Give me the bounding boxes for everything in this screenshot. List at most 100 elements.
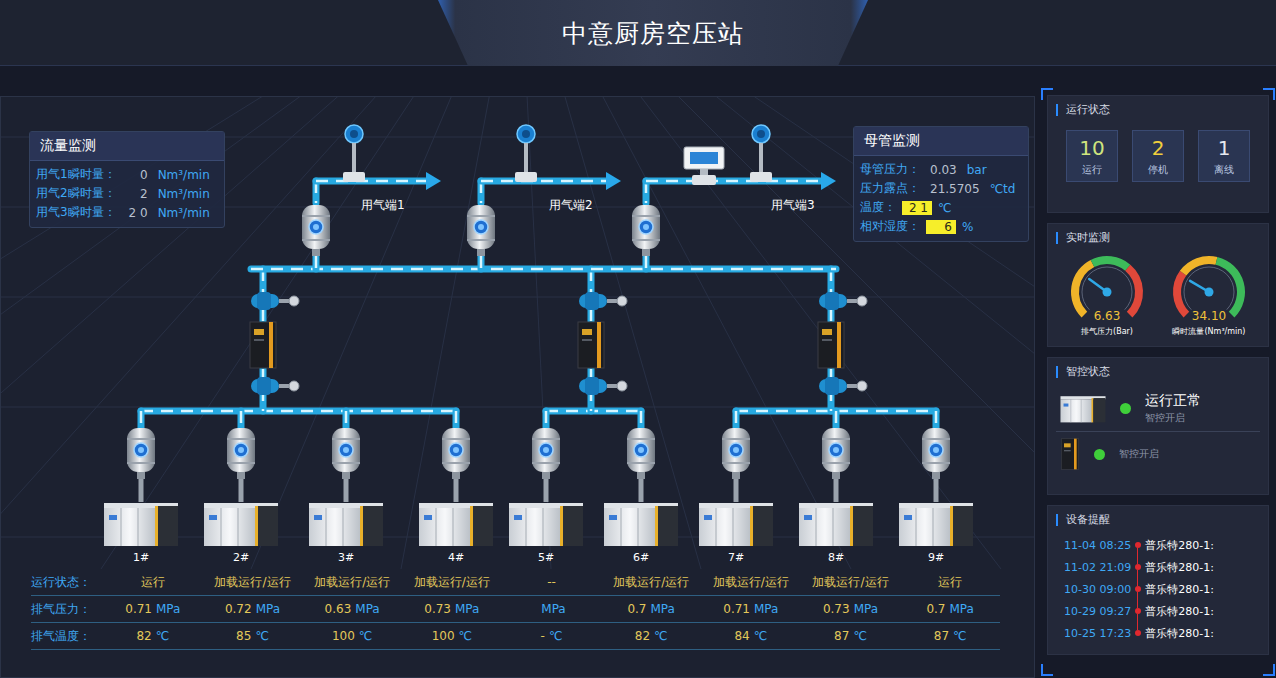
status-dot (1120, 403, 1131, 414)
compressor[interactable] (104, 501, 178, 547)
compressor-label: 9# (928, 551, 944, 564)
alert-row[interactable]: 11-02 21:09普乐特280-1: (1064, 556, 1260, 578)
filter (247, 376, 301, 396)
pressure-cell: 0.71MPa (103, 602, 203, 616)
flow-arrow-icon (606, 172, 621, 190)
station-panel: 1#2#3#4#5#6#7#8#9#用气端1用气端2用气端3流量监测用气1瞬时量… (0, 96, 1035, 678)
tank-icon (819, 424, 853, 480)
compressor-icon (419, 501, 493, 547)
compressor-icon (509, 501, 583, 547)
compressor-label: 1# (133, 551, 149, 564)
tank-icon (224, 424, 258, 480)
status-cell: 加载运行/运行 (601, 574, 701, 591)
filter-icon (815, 376, 869, 396)
tank-icon (299, 201, 333, 257)
dryer-icon (1060, 438, 1080, 470)
status-box[interactable]: 1离线 (1198, 130, 1250, 182)
status-cell: -- (502, 575, 602, 589)
pipe (141, 411, 142, 428)
tank-icon (624, 424, 658, 480)
flow-row: 用气3瞬时量：2 0Nm³/min (36, 204, 218, 221)
pipe (481, 256, 482, 269)
main-pipe-row: 相对湿度：6% (860, 218, 1022, 235)
page-title: 中意厨房空压站 (562, 17, 744, 50)
alert-dot (1135, 586, 1141, 592)
dryer-icon (577, 321, 605, 369)
status-table: 运行状态：运行加载运行/运行加载运行/运行加载运行/运行--加载运行/运行加载运… (1, 569, 1034, 650)
filter-icon (575, 376, 629, 396)
title-plate: 中意厨房空压站 (438, 0, 868, 66)
tank-icon (629, 201, 663, 257)
compressor[interactable] (899, 501, 973, 547)
compressor-icon (799, 501, 873, 547)
pipe (141, 411, 456, 412)
table-row: 排气压力：0.71MPa0.72MPa0.63MPa0.73MPaMPa0.7M… (31, 596, 1000, 623)
alert-dot (1135, 630, 1141, 636)
pipe (316, 181, 426, 182)
air-tank (329, 424, 363, 480)
compressor-label: 2# (233, 551, 249, 564)
compressor[interactable] (204, 501, 278, 547)
compressor-icon (899, 501, 973, 547)
status-dot (1094, 449, 1105, 460)
status-cell: 加载运行/运行 (701, 574, 801, 591)
alert-row[interactable]: 11-04 08:25普乐特280-1: (1064, 534, 1260, 556)
status-box[interactable]: 10运行 (1066, 130, 1118, 182)
alert-row[interactable]: 10-25 17:23普乐特280-1: (1064, 622, 1260, 644)
air-tank (464, 201, 498, 257)
alerts-card: 设备提醒11-04 08:25普乐特280-1:11-02 21:09普乐特28… (1047, 505, 1269, 655)
main-pipe-row: 母管压力：0.03bar (860, 161, 1022, 178)
main-pipe-title: 母管监测 (854, 127, 1028, 156)
compressor[interactable] (309, 501, 383, 547)
dryer (817, 321, 845, 369)
alert-row[interactable]: 10-29 09:27普乐特280-1: (1064, 600, 1260, 622)
pipe (251, 269, 836, 270)
status-box[interactable]: 2停机 (1132, 130, 1184, 182)
pressure-cell: 0.71MPa (701, 602, 801, 616)
filter (575, 376, 629, 396)
compressor[interactable] (419, 501, 493, 547)
dryer (249, 321, 277, 369)
pipe (456, 411, 457, 428)
flowmeter-icon (513, 124, 539, 184)
temperature-cell: 100℃ (402, 629, 502, 643)
filter (815, 376, 869, 396)
main-pipe-panel: 母管监测母管压力：0.03bar压力露点：21.5705℃td温度：2 1℃相对… (853, 126, 1029, 242)
alert-row[interactable]: 10-30 09:00普乐特280-1: (1064, 578, 1260, 600)
flowmeter (341, 124, 367, 184)
pipe (346, 411, 347, 428)
compressor[interactable] (604, 501, 678, 547)
dryer-icon (817, 321, 845, 369)
gauge: 34.10瞬时流量(Nm³/min) (1169, 252, 1249, 337)
flow-panel-title: 流量监测 (30, 132, 224, 161)
tank-icon (329, 424, 363, 480)
status-cell: 加载运行/运行 (203, 574, 303, 591)
pipe (546, 411, 547, 428)
compressor[interactable] (799, 501, 873, 547)
card-title: 智控状态 (1056, 366, 1260, 378)
status-cell: 加载运行/运行 (402, 574, 502, 591)
content: 1#2#3#4#5#6#7#8#9#用气端1用气端2用气端3流量监测用气1瞬时量… (0, 66, 1276, 678)
alert-dot (1135, 542, 1141, 548)
smart-control-card: 智控状态运行正常智控开启智控开启 (1047, 357, 1269, 495)
gauge: 6.63排气压力(Bar) (1067, 252, 1147, 337)
temperature-cell: 82℃ (601, 629, 701, 643)
tank-icon (124, 424, 158, 480)
air-tank (124, 424, 158, 480)
compressor-icon (1060, 395, 1106, 423)
compressor-label: 3# (338, 551, 354, 564)
tank-icon (919, 424, 953, 480)
compressor[interactable] (509, 501, 583, 547)
main-pipe-row: 压力露点：21.5705℃td (860, 180, 1022, 197)
gauge-value: 6.63 (1094, 309, 1121, 323)
air-tank (819, 424, 853, 480)
compressor-label: 4# (448, 551, 464, 564)
air-tank (224, 424, 258, 480)
air-tank (299, 201, 333, 257)
temperature-cell: -℃ (502, 629, 602, 643)
table-row: 排气温度：82℃85℃100℃100℃-℃82℃84℃87℃87℃ (31, 623, 1000, 650)
compressor-icon (204, 501, 278, 547)
tank-icon (529, 424, 563, 480)
air-tank (529, 424, 563, 480)
compressor[interactable] (699, 501, 773, 547)
